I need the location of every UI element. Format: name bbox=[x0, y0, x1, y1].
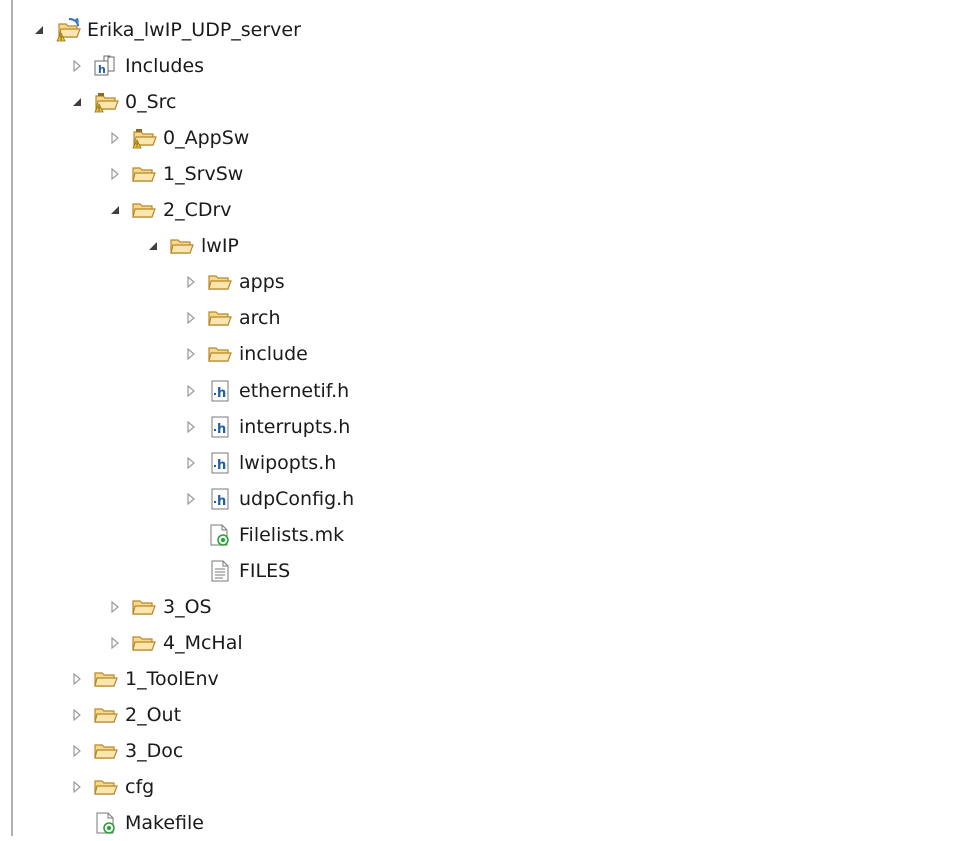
folder-icon bbox=[93, 739, 119, 763]
collapsed-twisty-icon[interactable] bbox=[182, 264, 200, 300]
collapsed-twisty-icon[interactable] bbox=[182, 481, 200, 517]
tree-item-label: 2_Out bbox=[125, 703, 182, 726]
tree-item[interactable]: 0_Src bbox=[68, 84, 177, 120]
collapsed-twisty-icon[interactable] bbox=[106, 156, 124, 192]
tree-item-label: 1_SrvSw bbox=[163, 163, 244, 186]
tree-item-label: lwIP bbox=[201, 235, 239, 258]
tree-item-label: 1_ToolEnv bbox=[125, 667, 219, 690]
collapsed-twisty-icon[interactable] bbox=[182, 373, 200, 409]
tree-item[interactable]: 1_ToolEnv bbox=[68, 661, 219, 697]
tree-item[interactable]: FILES bbox=[182, 553, 290, 589]
collapsed-twisty-icon[interactable] bbox=[182, 409, 200, 445]
folder-icon bbox=[207, 270, 233, 294]
collapsed-twisty-icon[interactable] bbox=[68, 769, 86, 805]
svg-text:h: h bbox=[217, 422, 226, 437]
tree-item[interactable]: 2_CDrv bbox=[106, 192, 232, 228]
tree-item[interactable]: 4_McHal bbox=[106, 625, 243, 661]
header-file-icon: h bbox=[207, 451, 233, 475]
tree-item[interactable]: h ethernetif.h bbox=[182, 373, 349, 409]
tree-item-label: 0_Src bbox=[125, 91, 177, 114]
makefile-icon bbox=[207, 523, 233, 547]
expanded-twisty-icon[interactable] bbox=[30, 12, 48, 48]
tree-item[interactable]: h udpConfig.h bbox=[182, 481, 354, 517]
tree-item[interactable]: cfg bbox=[68, 769, 154, 805]
tree-item[interactable]: lwIP bbox=[144, 228, 239, 264]
tree-item[interactable]: 0_AppSw bbox=[106, 120, 249, 156]
text-file-icon bbox=[207, 559, 233, 583]
collapsed-twisty-icon[interactable] bbox=[106, 625, 124, 661]
tree-item-label: include bbox=[239, 343, 308, 366]
svg-text:h: h bbox=[98, 63, 106, 76]
makefile-icon bbox=[93, 811, 119, 835]
folder-icon bbox=[93, 703, 119, 727]
tree-item-label: ethernetif.h bbox=[239, 379, 350, 402]
project-explorer-tree: Erika_lwIP_UDP_server h Includes 0_Src 0… bbox=[0, 0, 954, 836]
tree-item-label: apps bbox=[239, 271, 285, 294]
tree-item-label: udpConfig.h bbox=[239, 487, 355, 510]
tree-item[interactable]: include bbox=[182, 336, 308, 372]
svg-text:h: h bbox=[217, 458, 226, 473]
tree-item[interactable]: 3_Doc bbox=[68, 733, 183, 769]
source-folder-warning-icon bbox=[131, 126, 157, 150]
tree-item-label: lwipopts.h bbox=[239, 451, 337, 474]
twisty-placeholder bbox=[182, 517, 200, 553]
folder-icon bbox=[207, 306, 233, 330]
twisty-placeholder bbox=[182, 553, 200, 589]
tree-item-label: cfg bbox=[125, 776, 155, 799]
expanded-twisty-icon[interactable] bbox=[144, 228, 162, 264]
expanded-twisty-icon[interactable] bbox=[68, 84, 86, 120]
source-folder-warning-icon bbox=[93, 90, 119, 114]
tree-item[interactable]: h lwipopts.h bbox=[182, 445, 336, 481]
tree-item-label: 3_OS bbox=[163, 595, 212, 618]
header-file-icon: h bbox=[207, 415, 233, 439]
collapsed-twisty-icon[interactable] bbox=[68, 733, 86, 769]
svg-text:h: h bbox=[217, 494, 226, 509]
tree-item-label: Erika_lwIP_UDP_server bbox=[87, 19, 301, 41]
collapsed-twisty-icon[interactable] bbox=[68, 697, 86, 733]
tree-item[interactable]: Filelists.mk bbox=[182, 517, 344, 553]
tree-item[interactable]: h Includes bbox=[68, 48, 204, 84]
folder-icon bbox=[131, 631, 157, 655]
tree-item[interactable]: arch bbox=[182, 300, 281, 336]
tree-item-label: 3_Doc bbox=[125, 740, 184, 762]
collapsed-twisty-icon[interactable] bbox=[106, 120, 124, 156]
header-file-icon: h bbox=[207, 379, 233, 403]
folder-icon bbox=[169, 234, 195, 258]
collapsed-twisty-icon[interactable] bbox=[68, 48, 86, 84]
folder-icon bbox=[131, 162, 157, 186]
header-file-icon: h bbox=[207, 487, 233, 511]
tree-item-label: arch bbox=[239, 307, 281, 330]
tree-item[interactable]: Erika_lwIP_UDP_server bbox=[30, 12, 301, 48]
collapsed-twisty-icon[interactable] bbox=[68, 661, 86, 697]
tree-item-label: Includes bbox=[125, 55, 205, 78]
project-icon bbox=[55, 18, 81, 42]
collapsed-twisty-icon[interactable] bbox=[182, 336, 200, 372]
tree-item-label: FILES bbox=[239, 559, 291, 582]
tree-item-label: interrupts.h bbox=[239, 415, 351, 438]
tree-item-label: 2_CDrv bbox=[163, 199, 232, 222]
folder-icon bbox=[93, 775, 119, 799]
tree-item[interactable]: 1_SrvSw bbox=[106, 156, 243, 192]
collapsed-twisty-icon[interactable] bbox=[182, 445, 200, 481]
tree-item[interactable]: apps bbox=[182, 264, 285, 300]
tree-item-label: 4_McHal bbox=[163, 631, 243, 654]
folder-icon bbox=[207, 342, 233, 366]
tree-item[interactable]: 3_OS bbox=[106, 589, 212, 625]
folder-icon bbox=[93, 667, 119, 691]
svg-text:h: h bbox=[217, 386, 226, 401]
tree-item[interactable]: h interrupts.h bbox=[182, 409, 350, 445]
collapsed-twisty-icon[interactable] bbox=[106, 589, 124, 625]
expanded-twisty-icon[interactable] bbox=[106, 192, 124, 228]
tree-item-label: Filelists.mk bbox=[239, 523, 345, 546]
folder-icon bbox=[131, 198, 157, 222]
includes-icon: h bbox=[93, 54, 119, 78]
tree-item-label: 0_AppSw bbox=[163, 127, 250, 150]
folder-icon bbox=[131, 595, 157, 619]
collapsed-twisty-icon[interactable] bbox=[182, 300, 200, 336]
tree-item[interactable]: 2_Out bbox=[68, 697, 181, 733]
